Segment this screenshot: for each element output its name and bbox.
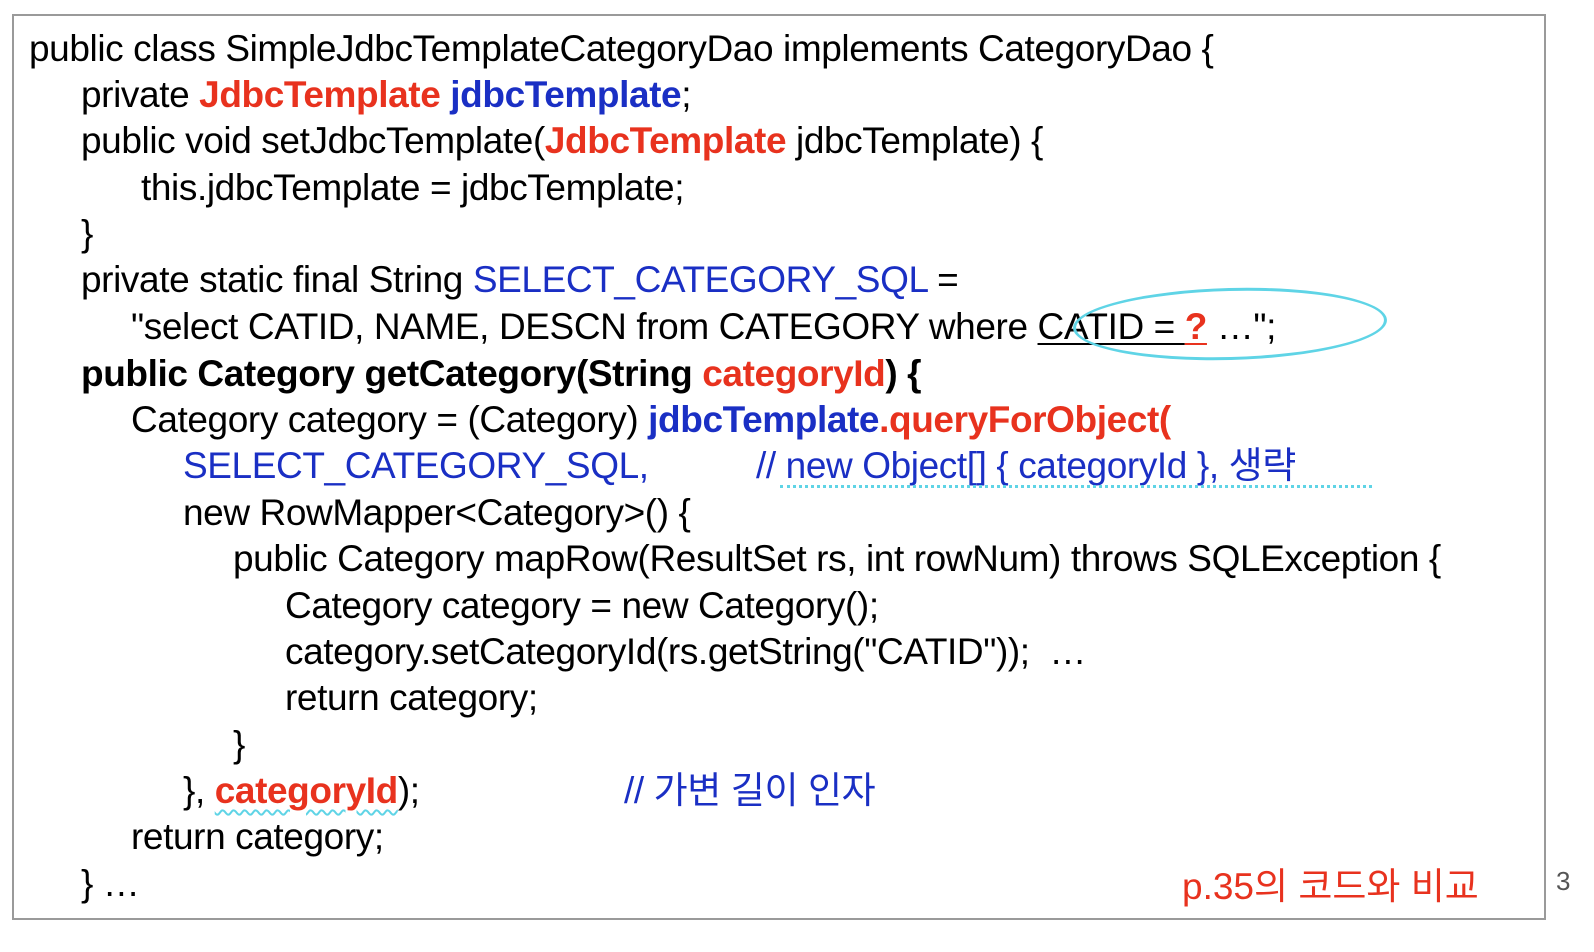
query-method: .queryForObject( [879, 399, 1171, 440]
close-brace-maprow: } [233, 724, 245, 765]
maprow-signature: public Category mapRow(ResultSet rs, int… [233, 538, 1441, 579]
code-line-sql-arg: SELECT_CATEGORY_SQL, [183, 443, 649, 489]
code-line-set-id: category.setCategoryId(rs.getString("CAT… [285, 629, 1086, 675]
code-line-close-method: } … [81, 861, 140, 907]
code-line-maprow: public Category mapRow(ResultSet rs, int… [233, 536, 1441, 582]
code-comment-varargs: // 가변 길이 인자 [624, 768, 876, 814]
field-space [440, 74, 450, 115]
code-line-new-category: Category category = new Category(); [285, 583, 879, 629]
setter-param-type: JdbcTemplate [544, 120, 787, 161]
close-brace: } [81, 213, 93, 254]
code-line-return-inner: return category; [285, 675, 538, 721]
field-name: jdbcTemplate [450, 74, 682, 115]
omitted-args-comment: // new Object[] { categoryId }, 생략 [756, 445, 1296, 486]
sql-string-start: "select CATID, NAME, DESCN from CATEGORY… [131, 306, 1038, 347]
return-outer: return category; [131, 816, 384, 857]
code-line-method-decl: public Category getCategory(String categ… [81, 351, 922, 397]
class-declaration: public class SimpleJdbcTemplateCategoryD… [29, 28, 1214, 69]
const-name: SELECT_CATEGORY_SQL [472, 259, 928, 300]
code-line-close-maprow: } [233, 722, 245, 768]
setter-body: this.jdbcTemplate = jdbcTemplate; [141, 167, 685, 208]
code-line-field: private JdbcTemplate jdbcTemplate; [81, 72, 692, 118]
new-category: Category category = new Category(); [285, 585, 879, 626]
code-line-sql-const: private static final String SELECT_CATEG… [81, 257, 959, 303]
code-line-varargs: }, categoryId); [183, 768, 420, 814]
vararg-param: categoryId [214, 770, 399, 811]
code-line-class-decl: public class SimpleJdbcTemplateCategoryD… [29, 26, 1214, 72]
varargs-comment: // 가변 길이 인자 [624, 770, 876, 811]
close-rowmapper: }, [183, 770, 215, 811]
close-method: } … [81, 863, 140, 904]
code-line-rowmapper: new RowMapper<Category>() { [183, 490, 691, 536]
const-assign: = [927, 259, 959, 300]
method-signature: public Category getCategory(String [81, 353, 703, 394]
code-line-return: return category; [131, 814, 384, 860]
return-inner: return category; [285, 677, 538, 718]
code-comment-omitted: // new Object[] { categoryId }, 생략 [756, 443, 1296, 489]
set-category-id: category.setCategoryId(rs.getString("CAT… [285, 631, 1087, 672]
code-line-close-setter: } [81, 211, 93, 257]
method-open: ) { [885, 353, 922, 394]
field-modifier: private [81, 74, 200, 115]
page-number: 3 [1556, 866, 1571, 896]
compare-note: p.35의 코드와 비교 [1182, 866, 1479, 907]
query-assign: Category category = (Category) [131, 399, 649, 440]
rowmapper-new: new RowMapper<Category>() { [183, 492, 691, 533]
sql-arg: SELECT_CATEGORY_SQL, [183, 445, 649, 486]
code-line-query-call: Category category = (Category) jdbcTempl… [131, 397, 1171, 443]
comment-underline [780, 485, 1372, 488]
const-modifier: private static final String [81, 259, 473, 300]
code-line-assign: this.jdbcTemplate = jdbcTemplate; [141, 165, 685, 211]
setter-param-rest: jdbcTemplate) { [786, 120, 1043, 161]
method-param: categoryId [702, 353, 886, 394]
field-end: ; [681, 74, 692, 115]
field-type: JdbcTemplate [199, 74, 441, 115]
code-line-setter: public void setJdbcTemplate(JdbcTemplate… [81, 118, 1043, 164]
setter-signature: public void setJdbcTemplate( [81, 120, 545, 161]
call-end: ); [397, 770, 420, 811]
query-target: jdbcTemplate [648, 399, 880, 440]
